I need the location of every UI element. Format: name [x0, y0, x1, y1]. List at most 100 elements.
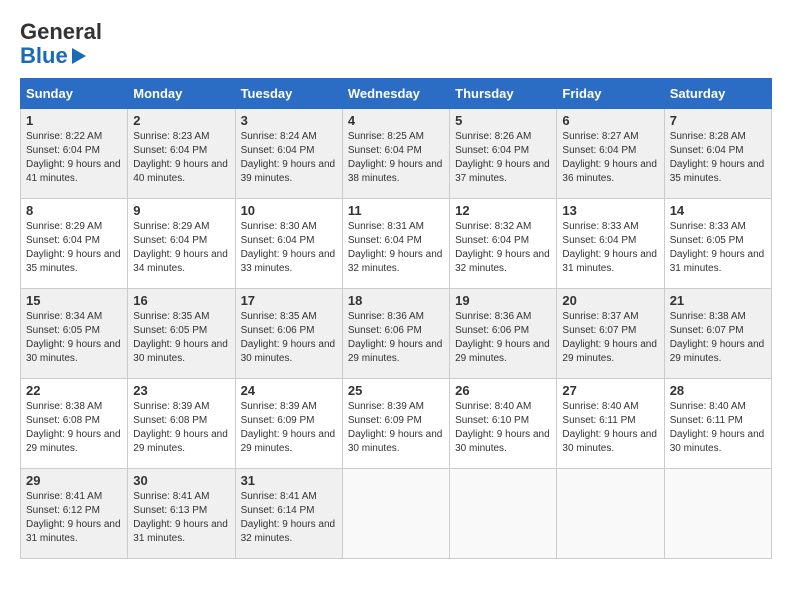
day-number: 13	[562, 203, 658, 218]
calendar-table: SundayMondayTuesdayWednesdayThursdayFrid…	[20, 78, 772, 559]
day-number: 5	[455, 113, 551, 128]
calendar-week-row: 15 Sunrise: 8:34 AM Sunset: 6:05 PM Dayl…	[21, 289, 772, 379]
day-number: 30	[133, 473, 229, 488]
day-number: 12	[455, 203, 551, 218]
calendar-day-cell: 17 Sunrise: 8:35 AM Sunset: 6:06 PM Dayl…	[235, 289, 342, 379]
calendar-week-row: 8 Sunrise: 8:29 AM Sunset: 6:04 PM Dayli…	[21, 199, 772, 289]
day-info: Sunrise: 8:40 AM Sunset: 6:11 PM Dayligh…	[670, 400, 766, 456]
calendar-day-cell: 13 Sunrise: 8:33 AM Sunset: 6:04 PM Dayl…	[557, 199, 664, 289]
calendar-day-cell: 30 Sunrise: 8:41 AM Sunset: 6:13 PM Dayl…	[128, 469, 235, 559]
day-info: Sunrise: 8:33 AM Sunset: 6:04 PM Dayligh…	[562, 220, 658, 276]
calendar-day-cell: 16 Sunrise: 8:35 AM Sunset: 6:05 PM Dayl…	[128, 289, 235, 379]
calendar-header-day: Sunday	[21, 79, 128, 109]
calendar-body: 1 Sunrise: 8:22 AM Sunset: 6:04 PM Dayli…	[21, 109, 772, 559]
calendar-day-cell: 31 Sunrise: 8:41 AM Sunset: 6:14 PM Dayl…	[235, 469, 342, 559]
calendar-day-cell: 15 Sunrise: 8:34 AM Sunset: 6:05 PM Dayl…	[21, 289, 128, 379]
day-info: Sunrise: 8:41 AM Sunset: 6:13 PM Dayligh…	[133, 490, 229, 546]
calendar-day-cell: 24 Sunrise: 8:39 AM Sunset: 6:09 PM Dayl…	[235, 379, 342, 469]
day-info: Sunrise: 8:35 AM Sunset: 6:05 PM Dayligh…	[133, 310, 229, 366]
day-number: 7	[670, 113, 766, 128]
calendar-day-cell: 6 Sunrise: 8:27 AM Sunset: 6:04 PM Dayli…	[557, 109, 664, 199]
calendar-day-cell: 26 Sunrise: 8:40 AM Sunset: 6:10 PM Dayl…	[450, 379, 557, 469]
day-info: Sunrise: 8:24 AM Sunset: 6:04 PM Dayligh…	[241, 130, 337, 186]
calendar-day-cell: 28 Sunrise: 8:40 AM Sunset: 6:11 PM Dayl…	[664, 379, 771, 469]
day-number: 23	[133, 383, 229, 398]
day-number: 19	[455, 293, 551, 308]
day-number: 28	[670, 383, 766, 398]
page-header: General Blue	[20, 20, 772, 68]
day-number: 15	[26, 293, 122, 308]
day-info: Sunrise: 8:34 AM Sunset: 6:05 PM Dayligh…	[26, 310, 122, 366]
day-number: 21	[670, 293, 766, 308]
day-info: Sunrise: 8:30 AM Sunset: 6:04 PM Dayligh…	[241, 220, 337, 276]
calendar-header-day: Friday	[557, 79, 664, 109]
calendar-day-cell: 5 Sunrise: 8:26 AM Sunset: 6:04 PM Dayli…	[450, 109, 557, 199]
calendar-header-day: Thursday	[450, 79, 557, 109]
day-info: Sunrise: 8:32 AM Sunset: 6:04 PM Dayligh…	[455, 220, 551, 276]
day-info: Sunrise: 8:36 AM Sunset: 6:06 PM Dayligh…	[348, 310, 444, 366]
day-number: 11	[348, 203, 444, 218]
day-info: Sunrise: 8:25 AM Sunset: 6:04 PM Dayligh…	[348, 130, 444, 186]
day-info: Sunrise: 8:28 AM Sunset: 6:04 PM Dayligh…	[670, 130, 766, 186]
day-number: 9	[133, 203, 229, 218]
calendar-day-cell: 2 Sunrise: 8:23 AM Sunset: 6:04 PM Dayli…	[128, 109, 235, 199]
day-number: 4	[348, 113, 444, 128]
day-number: 10	[241, 203, 337, 218]
logo-general: General	[20, 20, 102, 44]
calendar-day-cell: 7 Sunrise: 8:28 AM Sunset: 6:04 PM Dayli…	[664, 109, 771, 199]
day-info: Sunrise: 8:22 AM Sunset: 6:04 PM Dayligh…	[26, 130, 122, 186]
calendar-header-row: SundayMondayTuesdayWednesdayThursdayFrid…	[21, 79, 772, 109]
day-info: Sunrise: 8:29 AM Sunset: 6:04 PM Dayligh…	[133, 220, 229, 276]
day-info: Sunrise: 8:40 AM Sunset: 6:10 PM Dayligh…	[455, 400, 551, 456]
day-info: Sunrise: 8:39 AM Sunset: 6:09 PM Dayligh…	[348, 400, 444, 456]
calendar-header-day: Wednesday	[342, 79, 449, 109]
day-info: Sunrise: 8:41 AM Sunset: 6:14 PM Dayligh…	[241, 490, 337, 546]
logo-blue: Blue	[20, 44, 68, 68]
calendar-day-cell: 12 Sunrise: 8:32 AM Sunset: 6:04 PM Dayl…	[450, 199, 557, 289]
day-info: Sunrise: 8:36 AM Sunset: 6:06 PM Dayligh…	[455, 310, 551, 366]
day-number: 3	[241, 113, 337, 128]
day-number: 26	[455, 383, 551, 398]
day-number: 29	[26, 473, 122, 488]
day-info: Sunrise: 8:38 AM Sunset: 6:08 PM Dayligh…	[26, 400, 122, 456]
day-info: Sunrise: 8:26 AM Sunset: 6:04 PM Dayligh…	[455, 130, 551, 186]
logo: General Blue	[20, 20, 102, 68]
calendar-day-cell: 4 Sunrise: 8:25 AM Sunset: 6:04 PM Dayli…	[342, 109, 449, 199]
calendar-day-cell: 23 Sunrise: 8:39 AM Sunset: 6:08 PM Dayl…	[128, 379, 235, 469]
calendar-header-day: Monday	[128, 79, 235, 109]
day-number: 17	[241, 293, 337, 308]
calendar-day-cell: 8 Sunrise: 8:29 AM Sunset: 6:04 PM Dayli…	[21, 199, 128, 289]
calendar-day-cell: 19 Sunrise: 8:36 AM Sunset: 6:06 PM Dayl…	[450, 289, 557, 379]
day-number: 16	[133, 293, 229, 308]
calendar-week-row: 29 Sunrise: 8:41 AM Sunset: 6:12 PM Dayl…	[21, 469, 772, 559]
day-number: 31	[241, 473, 337, 488]
logo-arrow-icon	[72, 48, 86, 64]
calendar-header-day: Saturday	[664, 79, 771, 109]
calendar-week-row: 1 Sunrise: 8:22 AM Sunset: 6:04 PM Dayli…	[21, 109, 772, 199]
calendar-day-cell: 14 Sunrise: 8:33 AM Sunset: 6:05 PM Dayl…	[664, 199, 771, 289]
day-number: 2	[133, 113, 229, 128]
day-info: Sunrise: 8:41 AM Sunset: 6:12 PM Dayligh…	[26, 490, 122, 546]
day-info: Sunrise: 8:23 AM Sunset: 6:04 PM Dayligh…	[133, 130, 229, 186]
calendar-day-cell: 10 Sunrise: 8:30 AM Sunset: 6:04 PM Dayl…	[235, 199, 342, 289]
day-number: 14	[670, 203, 766, 218]
day-number: 6	[562, 113, 658, 128]
day-number: 22	[26, 383, 122, 398]
day-info: Sunrise: 8:39 AM Sunset: 6:08 PM Dayligh…	[133, 400, 229, 456]
day-info: Sunrise: 8:39 AM Sunset: 6:09 PM Dayligh…	[241, 400, 337, 456]
day-number: 1	[26, 113, 122, 128]
day-info: Sunrise: 8:40 AM Sunset: 6:11 PM Dayligh…	[562, 400, 658, 456]
calendar-day-cell	[664, 469, 771, 559]
calendar-day-cell: 18 Sunrise: 8:36 AM Sunset: 6:06 PM Dayl…	[342, 289, 449, 379]
calendar-day-cell: 11 Sunrise: 8:31 AM Sunset: 6:04 PM Dayl…	[342, 199, 449, 289]
calendar-day-cell: 20 Sunrise: 8:37 AM Sunset: 6:07 PM Dayl…	[557, 289, 664, 379]
day-info: Sunrise: 8:35 AM Sunset: 6:06 PM Dayligh…	[241, 310, 337, 366]
calendar-day-cell: 25 Sunrise: 8:39 AM Sunset: 6:09 PM Dayl…	[342, 379, 449, 469]
day-info: Sunrise: 8:27 AM Sunset: 6:04 PM Dayligh…	[562, 130, 658, 186]
calendar-day-cell: 1 Sunrise: 8:22 AM Sunset: 6:04 PM Dayli…	[21, 109, 128, 199]
calendar-day-cell: 9 Sunrise: 8:29 AM Sunset: 6:04 PM Dayli…	[128, 199, 235, 289]
calendar-day-cell: 3 Sunrise: 8:24 AM Sunset: 6:04 PM Dayli…	[235, 109, 342, 199]
calendar-day-cell: 21 Sunrise: 8:38 AM Sunset: 6:07 PM Dayl…	[664, 289, 771, 379]
calendar-day-cell	[342, 469, 449, 559]
day-info: Sunrise: 8:33 AM Sunset: 6:05 PM Dayligh…	[670, 220, 766, 276]
